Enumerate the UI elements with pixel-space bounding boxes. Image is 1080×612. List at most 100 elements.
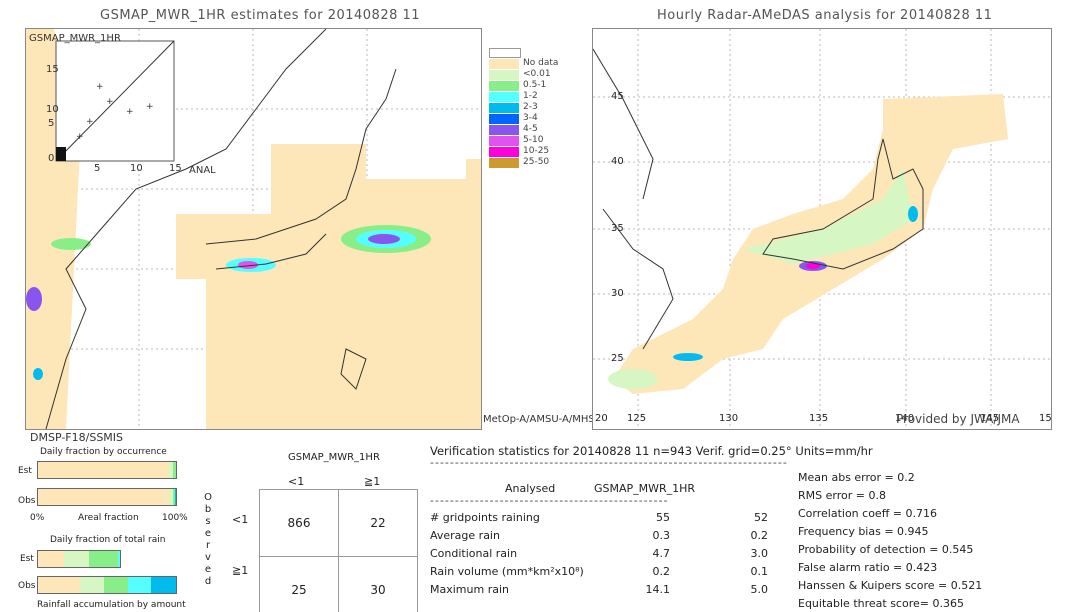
legend-label: 0.5-1 [523, 80, 547, 90]
cell-miss: 25 [259, 556, 339, 612]
legend-label: 4-5 [523, 124, 538, 134]
stat-label: Conditional rain [430, 547, 518, 560]
stat-analysed: 0.3 [652, 529, 671, 542]
stat-label: Average rain [430, 529, 500, 542]
lat-tick: 30 [611, 288, 624, 299]
legend-label: No data [523, 58, 559, 68]
left-map-canvas: +++ +++ [26, 28, 481, 430]
legend-swatch [489, 92, 519, 102]
legend-label: 10-25 [523, 146, 550, 156]
svg-text:+: + [86, 117, 94, 127]
lat-tick: 45 [611, 91, 624, 102]
color-legend: No data <0.01 0.5-1 1-2 2-3 3-4 4-5 5-10… [489, 48, 559, 178]
right-map-title: Hourly Radar-AMeDAS analysis for 2014082… [657, 8, 993, 23]
legend-label: 25-50 [523, 157, 550, 167]
cell-hit: 30 [338, 556, 418, 612]
lat-tick: 20 [595, 413, 608, 424]
score-line: Mean abs error = 0.2 [798, 471, 915, 484]
occurrence-est-bar [37, 461, 177, 479]
stat-analysed: 0.2 [652, 565, 671, 578]
col-header: <1 [288, 475, 305, 488]
col-header: ≧1 [364, 475, 381, 488]
axis-left: 0% [30, 513, 45, 523]
row-header: ≧1 [232, 564, 249, 577]
legend-label: 3-4 [523, 113, 538, 123]
total-rain-title: Daily fraction of total rain [50, 535, 166, 545]
inset-tick-y: 15 [46, 64, 59, 75]
stat-est: 5.0 [750, 583, 769, 596]
observed-letter: e [204, 528, 212, 539]
legend-label: 2-3 [523, 102, 538, 112]
obs-label: Obs [18, 581, 36, 591]
inset-tick-y: 5 [48, 118, 55, 129]
inset-tick-y: 10 [46, 104, 59, 115]
lon-tick: 130 [719, 413, 739, 424]
lat-tick: 25 [611, 353, 624, 364]
stat-est: 0.2 [750, 529, 769, 542]
svg-text:+: + [96, 82, 104, 92]
score-line: False alarm ratio = 0.423 [798, 561, 938, 574]
legend-swatch [489, 59, 519, 69]
legend-swatch [489, 81, 519, 91]
row-header: <1 [232, 513, 249, 526]
score-line: Probability of detection = 0.545 [798, 543, 974, 556]
legend-swatch [489, 114, 519, 124]
stat-analysed: 14.1 [645, 583, 671, 596]
cell-hit-none: 866 [259, 489, 339, 557]
legend-swatch [489, 136, 519, 146]
lon-tick: 135 [809, 413, 829, 424]
legend-swatch-blank [489, 48, 521, 58]
observed-letter: r [205, 540, 211, 551]
stat-label: # gridpoints raining [430, 511, 540, 524]
svg-text:+: + [126, 107, 134, 117]
divider: ----------------------------------------… [430, 456, 788, 469]
legend-swatch [489, 103, 519, 113]
inset-x-label: ANAL [189, 165, 216, 176]
legend-swatch [489, 158, 519, 168]
total-rain-obs-bar [37, 576, 177, 594]
observed-letter: b [204, 504, 212, 515]
score-line: Correlation coeff = 0.716 [798, 507, 937, 520]
right-map-canvas [592, 29, 1051, 429]
credit-label: Provided by JWA/JMA [896, 412, 1020, 426]
score-line: Frequency bias = 0.945 [798, 525, 929, 538]
total-rain-est-bar [37, 550, 121, 568]
legend-label: <0.01 [523, 69, 551, 79]
stat-label: Maximum rain [430, 583, 509, 596]
left-map: + + + + + + GSMAP_MWR_1HR 15 10 5 0 5 10 15 A… [25, 28, 482, 430]
contingency-table: 866 22 25 30 [259, 489, 418, 612]
inset-label: GSMAP_MWR_1HR [29, 33, 121, 44]
occurrence-title: Daily fraction by occurrence [40, 447, 167, 457]
inset-tick-x: 10 [130, 163, 143, 174]
contingency-title: GSMAP_MWR_1HR [288, 452, 380, 463]
lat-tick: 35 [611, 223, 624, 234]
legend-swatch [489, 125, 519, 135]
est-label: Est [18, 466, 32, 476]
gsmap-verification-figure: GSMAP_MWR_1HR estimates for 20140828 11 … [0, 0, 1080, 612]
axis-mid: Areal fraction [78, 513, 139, 523]
lon-tick: 125 [627, 413, 647, 424]
total-rain-caption: Rainfall accumulation by amount [37, 600, 186, 610]
svg-text:+: + [146, 102, 154, 112]
lat-tick: 40 [611, 156, 624, 167]
stat-label: Rain volume (mm*km²x10⁸) [430, 565, 584, 578]
inset-tick-y: 0 [48, 153, 55, 164]
svg-text:+: + [106, 97, 114, 107]
sensor-left-label: DMSP-F18/SSMIS [30, 431, 124, 444]
legend-label: 5-10 [523, 135, 544, 145]
observed-letter: O [204, 492, 212, 503]
observed-letter: e [204, 564, 212, 575]
right-map: 45 40 35 30 25 20 125 130 135 140 145 15… [592, 28, 1052, 430]
no-data-swath-east [176, 144, 481, 429]
inset-tick-x: 5 [94, 163, 101, 174]
score-line: RMS error = 0.8 [798, 489, 886, 502]
stat-analysed: 4.7 [652, 547, 671, 560]
stat-est: 0.1 [750, 565, 769, 578]
svg-text:+: + [76, 132, 84, 142]
occurrence-obs-bar [37, 488, 177, 506]
cell-false-alarm: 22 [338, 489, 418, 557]
left-map-title: GSMAP_MWR_1HR estimates for 20140828 11 [100, 8, 421, 23]
legend-swatch [489, 70, 519, 80]
lon-tick: 15 [1039, 413, 1052, 424]
observed-letter: v [205, 552, 211, 563]
